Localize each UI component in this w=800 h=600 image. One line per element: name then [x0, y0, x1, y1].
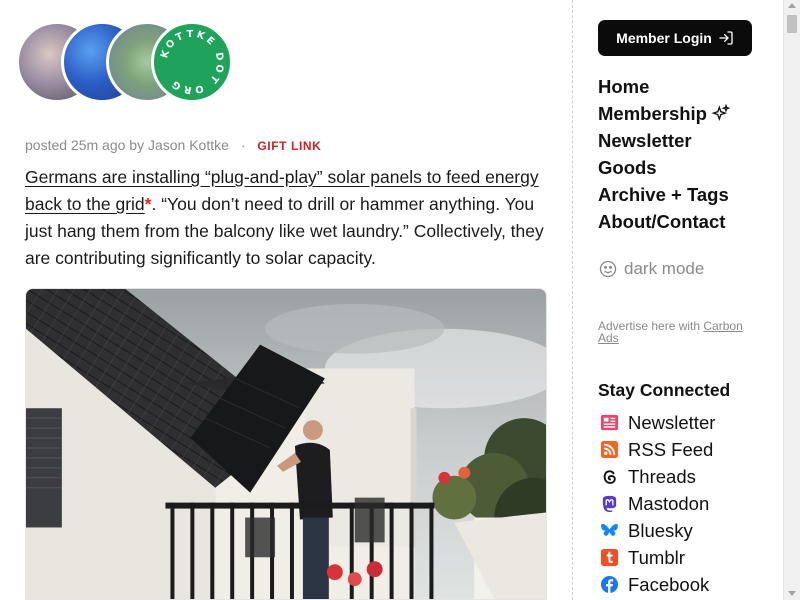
- social-threads[interactable]: Threads: [600, 463, 715, 490]
- nav-label: Archive + Tags: [598, 184, 729, 205]
- sidebar-nav: Home Membership Newsletter Goods Archive…: [598, 73, 731, 235]
- nav-label: Newsletter: [598, 130, 692, 151]
- facebook-icon: [600, 575, 619, 594]
- post-body: Germans are installing “plug-and-play” s…: [25, 164, 555, 272]
- nav-label: About/Contact: [598, 211, 726, 232]
- nav-item-newsletter[interactable]: Newsletter: [598, 127, 731, 154]
- column-divider: [572, 0, 573, 600]
- social-label: Bluesky: [628, 520, 693, 541]
- nav-label: Membership: [598, 103, 707, 124]
- rss-icon: [600, 440, 619, 459]
- member-login-button[interactable]: Member Login: [598, 20, 752, 56]
- bluesky-icon: [600, 521, 619, 540]
- dark-mode-toggle[interactable]: dark mode: [598, 259, 704, 279]
- nav-item-goods[interactable]: Goods: [598, 154, 731, 181]
- social-label: RSS Feed: [628, 439, 714, 460]
- svg-text:KOTTKE DOT ORG: KOTTKE DOT ORG: [159, 29, 225, 96]
- nav-item-archive[interactable]: Archive + Tags: [598, 181, 731, 208]
- sparkle-icon: [711, 103, 731, 121]
- post-photo: [25, 288, 547, 600]
- stay-connected-heading: Stay Connected: [598, 380, 731, 400]
- nav-label: Home: [598, 76, 650, 97]
- carbon-ad-note: Advertise here with Carbon Ads: [598, 320, 758, 344]
- social-tumblr[interactable]: Tumblr: [600, 544, 715, 571]
- scroll-up-arrow-icon[interactable]: [788, 3, 796, 8]
- nav-item-about[interactable]: About/Contact: [598, 208, 731, 235]
- scroll-thumb[interactable]: [787, 15, 797, 33]
- logo-circle-text: KOTTKE DOT ORG: [151, 21, 233, 103]
- social-newsletter[interactable]: Newsletter: [600, 409, 715, 436]
- social-label: Tumblr: [628, 547, 685, 568]
- tumblr-icon: [600, 548, 619, 567]
- social-mastodon[interactable]: Mastodon: [600, 490, 715, 517]
- social-rss[interactable]: RSS Feed: [600, 436, 715, 463]
- threads-icon: [600, 467, 619, 486]
- login-arrow-icon: [719, 31, 733, 45]
- dark-mode-label: dark mode: [624, 259, 705, 278]
- site-logo[interactable]: KOTTKE DOT ORG: [16, 21, 236, 103]
- logo-text: KOTTKE DOT ORG: [159, 29, 223, 96]
- smiley-icon: [599, 260, 617, 278]
- post-meta: posted 25m ago by Jason Kottke · GIFT LI…: [25, 137, 321, 153]
- newsletter-icon: [600, 413, 619, 432]
- scroll-down-arrow-icon[interactable]: [788, 591, 796, 596]
- social-bluesky[interactable]: Bluesky: [600, 517, 715, 544]
- social-facebook[interactable]: Facebook: [600, 571, 715, 598]
- social-label: Mastodon: [628, 493, 710, 514]
- page-scrollbar[interactable]: [783, 0, 800, 600]
- member-login-label: Member Login: [616, 30, 712, 46]
- meta-separator: ·: [240, 137, 246, 153]
- social-label: Facebook: [628, 574, 710, 595]
- nav-item-home[interactable]: Home: [598, 73, 731, 100]
- social-label: Newsletter: [628, 412, 716, 433]
- mastodon-icon: [600, 494, 619, 513]
- social-label: Threads: [628, 466, 696, 487]
- nav-label: Goods: [598, 157, 657, 178]
- nav-item-membership[interactable]: Membership: [598, 100, 731, 127]
- post-byline[interactable]: posted 25m ago by Jason Kottke: [25, 137, 229, 153]
- social-links: Newsletter RSS Feed Threads Mastodon Blu…: [600, 409, 715, 598]
- gift-link[interactable]: GIFT LINK: [257, 139, 321, 153]
